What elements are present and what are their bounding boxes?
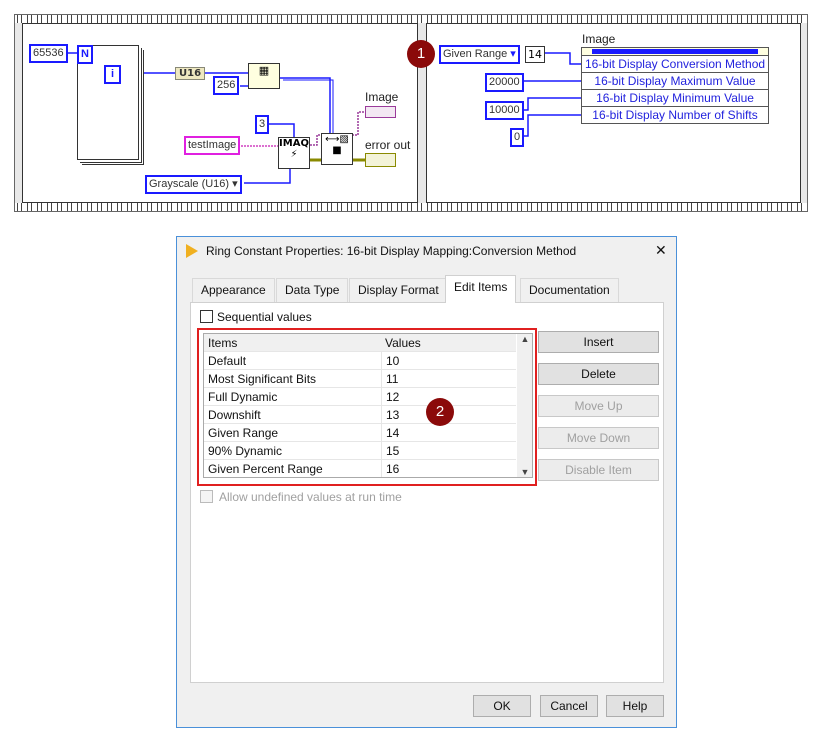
tab-display-format[interactable]: Display Format — [349, 278, 448, 302]
table-header: Items Values — [204, 334, 516, 352]
shifts-constant[interactable]: 0 — [510, 128, 525, 147]
item-value: 16 — [381, 460, 399, 477]
help-button[interactable]: Help — [606, 695, 664, 717]
array-to-image-node[interactable]: ⟷▧ ■ — [321, 133, 353, 165]
table-row[interactable]: 90% Dynamic 15 — [204, 442, 516, 460]
sequential-values-label: Sequential values — [217, 310, 312, 324]
item-name: Full Dynamic — [208, 390, 278, 404]
min-value-constant[interactable]: 10000 — [485, 101, 524, 120]
allow-undefined-label: Allow undefined values at run time — [219, 490, 402, 504]
ok-button[interactable]: OK — [473, 695, 531, 717]
callout-2: 2 — [426, 398, 454, 426]
tab-data-type[interactable]: Data Type — [276, 278, 349, 302]
close-icon[interactable]: ✕ — [655, 242, 667, 259]
property-number-of-shifts[interactable]: 16-bit Display Number of Shifts — [581, 107, 769, 124]
table-row[interactable]: Full Dynamic 12 — [204, 388, 516, 406]
error-out-label: error out — [365, 138, 411, 152]
ring-value: Given Range — [443, 48, 508, 60]
tab-panel: Sequential values Items Values Default 10 M… — [190, 302, 664, 683]
sequential-values-checkbox[interactable] — [200, 310, 213, 323]
table-row[interactable]: Downshift 13 — [204, 406, 516, 424]
header-items: Items — [208, 336, 238, 350]
conversion-method-ring[interactable]: Given Range ▾ — [439, 45, 520, 64]
table-row[interactable]: Default 10 — [204, 352, 516, 370]
table-scrollbar[interactable]: ▲ ▼ — [517, 334, 532, 477]
loop-count-terminal: N — [77, 45, 93, 64]
property-node-header[interactable] — [581, 47, 769, 56]
image-type-ring[interactable]: Grayscale (U16) ▾ — [145, 175, 242, 194]
item-name: Default — [208, 354, 247, 368]
property-min-value[interactable]: 16-bit Display Minimum Value — [581, 90, 769, 107]
item-name: Given Percent Range — [208, 462, 323, 476]
image-indicator[interactable] — [365, 106, 396, 118]
item-name: Given Range — [208, 426, 279, 440]
max-value-constant[interactable]: 20000 — [485, 73, 524, 92]
tab-appearance[interactable]: Appearance — [192, 278, 275, 302]
tab-documentation[interactable]: Documentation — [520, 278, 619, 302]
iteration-terminal: i — [104, 65, 122, 84]
item-value: 14 — [381, 424, 399, 442]
labview-icon — [186, 244, 198, 258]
error-out-indicator[interactable] — [365, 153, 396, 167]
reshape-array-node: ▦ — [248, 63, 280, 89]
item-value: 10 — [381, 352, 399, 370]
table-row[interactable]: Most Significant Bits 11 — [204, 370, 516, 388]
ring-numeric-display: 14 — [525, 46, 545, 63]
image-indicator-label: Image — [365, 90, 399, 104]
move-down-button[interactable]: Move Down — [538, 427, 659, 449]
property-node-label: Image — [582, 32, 616, 46]
disable-item-button[interactable]: Disable Item — [538, 459, 659, 481]
ring-properties-dialog: Ring Constant Properties: 16-bit Display… — [176, 236, 677, 728]
property-max-value[interactable]: 16-bit Display Maximum Value — [581, 73, 769, 90]
plane-constant[interactable]: 3 — [255, 115, 270, 134]
dialog-title: Ring Constant Properties: 16-bit Display… — [206, 244, 577, 258]
imaq-label: IMAQ — [279, 138, 309, 149]
image-name-constant[interactable]: testImage — [184, 136, 241, 155]
property-conversion-method[interactable]: 16-bit Display Conversion Method — [581, 56, 769, 73]
items-table[interactable]: Items Values Default 10 Most Significant Bi… — [203, 333, 533, 478]
item-value: 11 — [381, 370, 398, 388]
delete-button[interactable]: Delete — [538, 363, 659, 385]
item-value: 13 — [381, 406, 399, 424]
loop-count-constant[interactable]: 65536 — [29, 44, 68, 63]
item-value: 15 — [381, 442, 399, 460]
insert-button[interactable]: Insert — [538, 331, 659, 353]
item-name: Downshift — [208, 408, 261, 422]
item-name: 90% Dynamic — [208, 444, 283, 458]
move-up-button[interactable]: Move Up — [538, 395, 659, 417]
cancel-button[interactable]: Cancel — [540, 695, 598, 717]
item-name: Most Significant Bits — [208, 372, 317, 386]
header-values: Values — [385, 336, 421, 350]
callout-1: 1 — [407, 40, 435, 68]
image-type-value: Grayscale (U16) — [149, 178, 230, 190]
u16-conversion: U16 — [175, 67, 206, 80]
item-value: 12 — [381, 388, 399, 406]
allow-undefined-checkbox[interactable] — [200, 490, 213, 503]
dimension-constant[interactable]: 256 — [213, 76, 240, 95]
table-row[interactable]: Given Percent Range 16 — [204, 460, 516, 477]
table-row[interactable]: Given Range 14 — [204, 424, 516, 442]
imaq-create-node[interactable]: IMAQ ⚡ — [278, 137, 310, 169]
tab-edit-items[interactable]: Edit Items — [445, 275, 517, 303]
